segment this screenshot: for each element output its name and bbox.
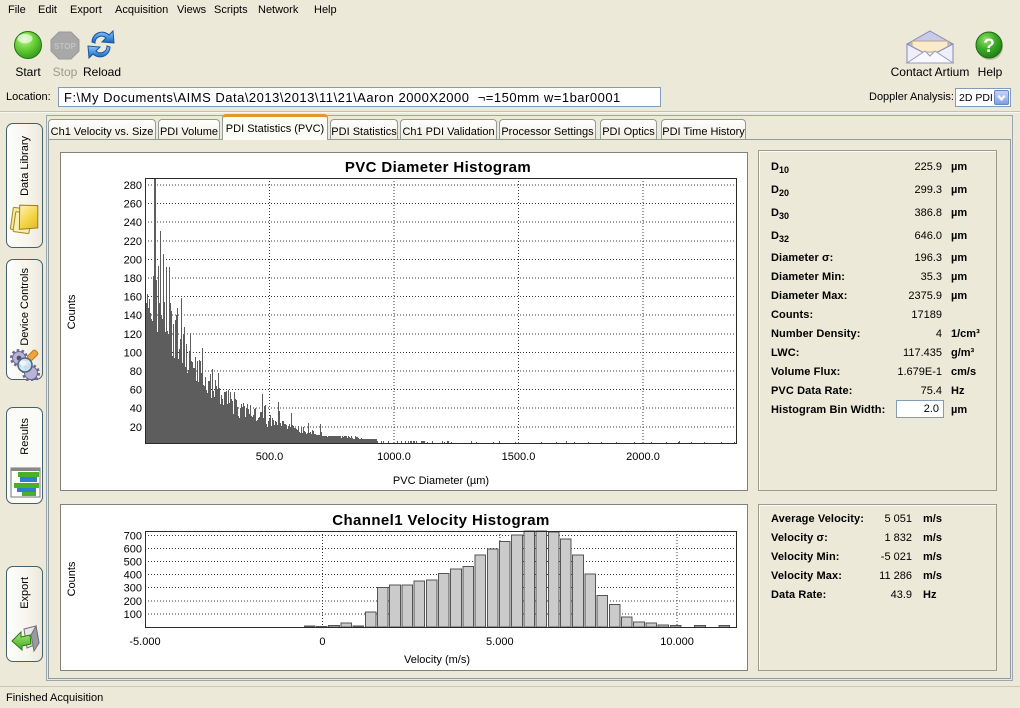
svg-text:100: 100 bbox=[124, 347, 142, 359]
svg-text:Counts: Counts bbox=[66, 294, 78, 329]
svg-text:60: 60 bbox=[130, 385, 142, 397]
svg-text:10.000: 10.000 bbox=[660, 636, 694, 648]
svg-text:2000.0: 2000.0 bbox=[626, 451, 660, 463]
svg-text:PVC Diameter (µm): PVC Diameter (µm) bbox=[393, 475, 489, 487]
svg-text:20: 20 bbox=[130, 422, 142, 434]
svg-text:Velocity (m/s): Velocity (m/s) bbox=[404, 654, 470, 666]
svg-text:700: 700 bbox=[124, 530, 142, 542]
svg-text:280: 280 bbox=[124, 180, 142, 192]
svg-text:100: 100 bbox=[124, 609, 142, 621]
svg-text:Counts: Counts bbox=[66, 561, 78, 596]
svg-text:Channel1 Velocity Histogram: Channel1 Velocity Histogram bbox=[332, 512, 550, 529]
svg-text:500: 500 bbox=[124, 557, 142, 569]
svg-text:500.0: 500.0 bbox=[256, 451, 284, 463]
svg-text:400: 400 bbox=[124, 570, 142, 582]
svg-text:1500.0: 1500.0 bbox=[502, 451, 536, 463]
svg-text:PVC Diameter Histogram: PVC Diameter Histogram bbox=[345, 159, 531, 176]
svg-text:5.000: 5.000 bbox=[486, 636, 514, 648]
svg-text:120: 120 bbox=[124, 329, 142, 341]
svg-text:260: 260 bbox=[124, 199, 142, 211]
svg-text:1000.0: 1000.0 bbox=[377, 451, 411, 463]
svg-text:220: 220 bbox=[124, 236, 142, 248]
svg-text:0: 0 bbox=[319, 636, 325, 648]
svg-text:200: 200 bbox=[124, 596, 142, 608]
svg-text:180: 180 bbox=[124, 273, 142, 285]
svg-text:600: 600 bbox=[124, 543, 142, 555]
svg-text:?: ? bbox=[983, 36, 995, 57]
svg-text:40: 40 bbox=[130, 403, 142, 415]
svg-text:300: 300 bbox=[124, 583, 142, 595]
svg-text:160: 160 bbox=[124, 292, 142, 304]
svg-text:200: 200 bbox=[124, 254, 142, 266]
svg-text:STOP: STOP bbox=[54, 42, 76, 51]
svg-text:240: 240 bbox=[124, 217, 142, 229]
svg-text:-5.000: -5.000 bbox=[129, 636, 160, 648]
svg-text:140: 140 bbox=[124, 310, 142, 322]
svg-text:80: 80 bbox=[130, 366, 142, 378]
